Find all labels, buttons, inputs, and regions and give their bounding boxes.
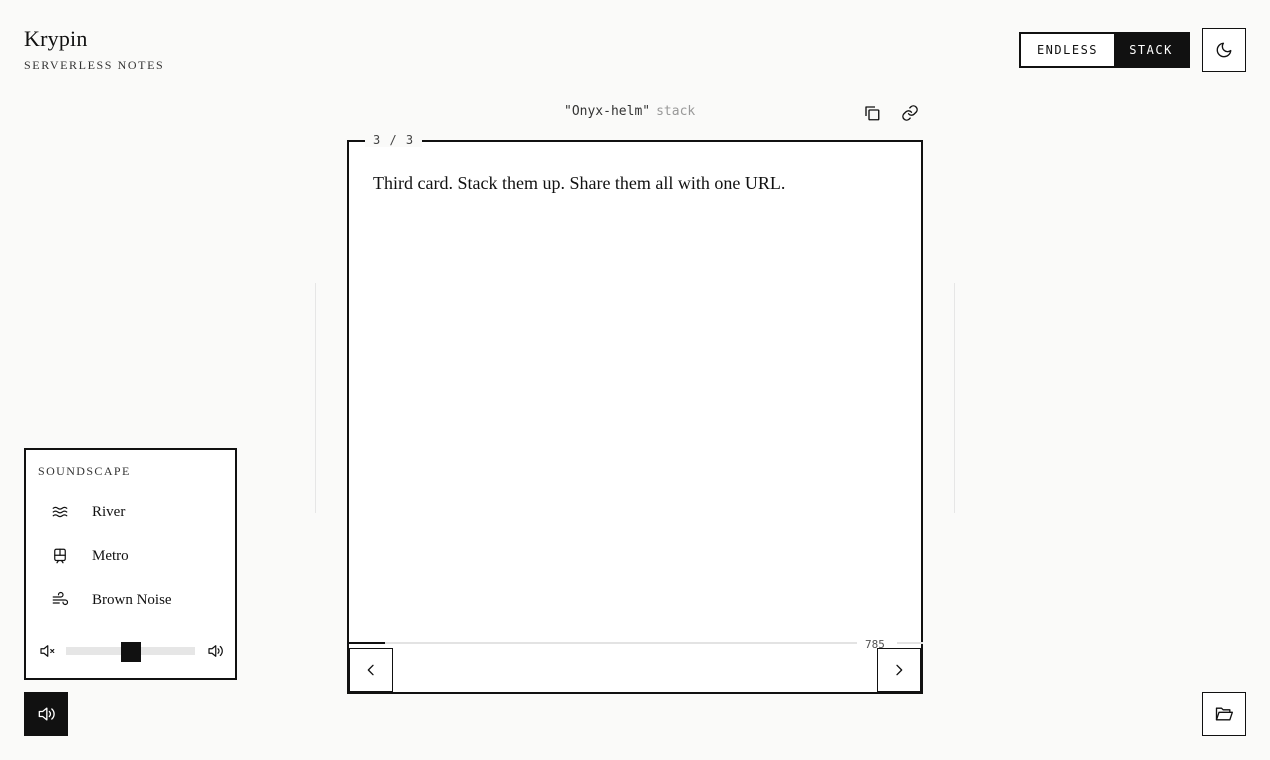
sound-item-river[interactable]: River — [38, 496, 228, 528]
previous-card-button[interactable] — [349, 648, 393, 692]
volume-slider-thumb[interactable] — [120, 642, 141, 662]
moon-icon — [1216, 42, 1232, 58]
next-card-button[interactable] — [877, 648, 921, 692]
copy-button[interactable] — [861, 102, 883, 124]
link-icon — [902, 105, 918, 121]
right-divider — [954, 283, 955, 513]
soundscape-toggle-button[interactable] — [24, 692, 68, 736]
sound-item-brown-noise[interactable]: Brown Noise — [38, 584, 228, 616]
volume-slider[interactable] — [66, 642, 195, 662]
wind-icon — [50, 590, 70, 610]
volume-up-icon[interactable] — [206, 642, 224, 665]
note-card[interactable]: 3 / 3 Third card. Stack them up. Share t… — [347, 133, 923, 694]
card-text[interactable]: Third card. Stack them up. Share them al… — [373, 170, 901, 196]
train-icon — [50, 546, 70, 566]
sound-item-label: River — [92, 503, 126, 520]
waves-icon — [50, 502, 70, 522]
stack-title: "Onyx-helm" stack — [564, 104, 695, 119]
chevron-right-icon — [896, 664, 903, 676]
volume-mute-icon[interactable] — [38, 642, 56, 665]
stack-mode-button[interactable]: STACK — [1114, 34, 1188, 66]
stack-name: "Onyx-helm" — [564, 104, 651, 119]
soundscape-heading: SOUNDSCAPE — [38, 464, 131, 478]
chevron-left-icon — [367, 664, 374, 676]
char-progress-fill — [349, 642, 385, 644]
card-counter: 3 / 3 — [365, 133, 423, 147]
sound-item-label: Brown Noise — [92, 591, 172, 608]
brand: Krypin SERVERLESS NOTES — [24, 24, 164, 73]
app-subtitle: SERVERLESS NOTES — [24, 58, 165, 72]
copy-icon — [865, 106, 880, 121]
endless-mode-button[interactable]: ENDLESS — [1021, 34, 1114, 66]
char-progress-bar — [349, 642, 857, 644]
char-progress-tail — [897, 642, 923, 644]
volume-up-icon — [38, 707, 55, 721]
mode-toggle: ENDLESS STACK — [1019, 32, 1190, 68]
volume-control — [38, 640, 228, 662]
sound-item-label: Metro — [92, 547, 129, 564]
share-link-button[interactable] — [899, 102, 921, 124]
soundscape-panel: SOUNDSCAPE River Metro Brown Noise — [24, 448, 237, 680]
stack-label: stack — [656, 104, 696, 119]
app-title: Krypin — [24, 26, 88, 51]
folder-open-icon — [1215, 707, 1233, 721]
theme-toggle-button[interactable] — [1202, 28, 1246, 72]
sound-item-metro[interactable]: Metro — [38, 540, 228, 572]
open-folder-button[interactable] — [1202, 692, 1246, 736]
left-divider — [315, 283, 316, 513]
